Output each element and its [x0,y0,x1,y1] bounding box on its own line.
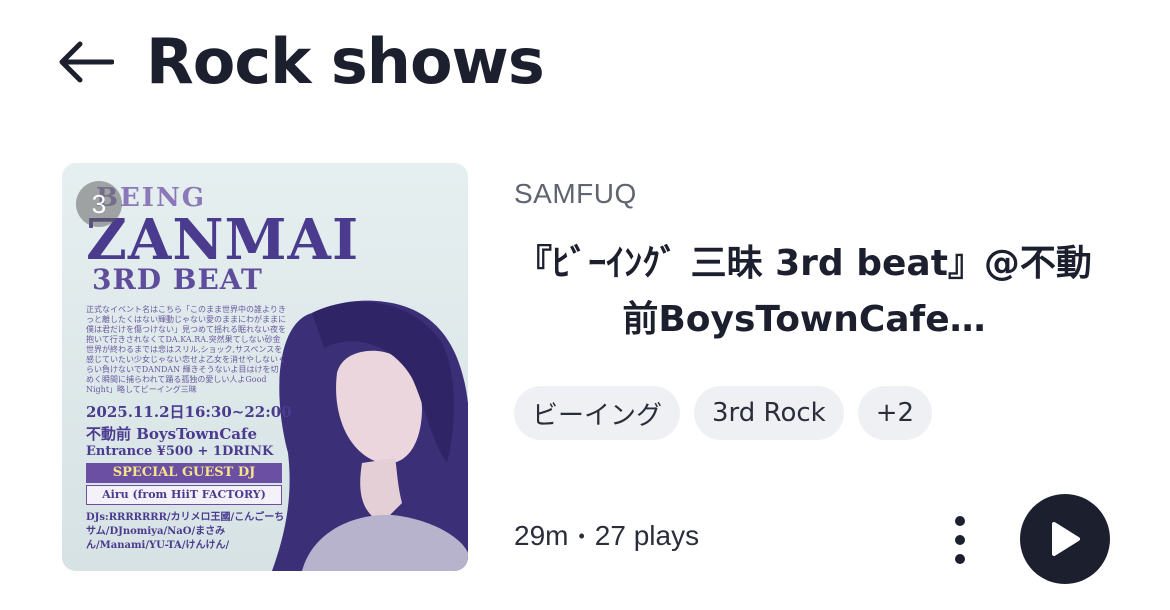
artwork-guest-label: SPECIAL GUEST DJ [86,463,282,483]
artist-name[interactable]: SAMFUQ [514,178,637,210]
tag-chips: ビーイング 3rd Rock +2 [514,386,933,440]
tag-chip[interactable]: ビーイング [514,386,681,440]
more-vertical-dot [955,554,965,564]
show-meta: 29m • 27 plays [514,520,699,552]
play-icon [1052,522,1080,556]
play-count: 27 plays [594,520,700,551]
artwork-date: 2025.11.2日16:30~22:00 [86,403,292,421]
artwork-beat-text: 3RD BEAT [92,263,263,296]
artwork-venue: 不動前 BoysTownCafe [86,425,257,443]
page-title: Rock shows [146,25,545,98]
show-title[interactable]: 『ﾋﾞｰｲﾝｸﾞ 三昧 3rd beat』@不動前BoysTownCafe… [514,236,1094,348]
arrow-left-icon [59,41,114,83]
header: Rock shows [56,22,545,102]
artwork-djs: DJs:RRRRRRR/カリメロ王國/こんごーちサム/DJnomiya/NaO/… [86,512,285,551]
artwork-guest-name: Airu (from HiiT FACTORY) [86,485,282,505]
tag-chip-more[interactable]: +2 [857,386,933,440]
track-number-badge: 3 [76,181,122,227]
back-button[interactable] [56,30,120,94]
tag-chip[interactable]: 3rd Rock [694,386,844,440]
duration: 29m [514,520,569,551]
artwork-description: 正式なイベント名はこちら「このまま世界中の誰よりきっと離したくはない輝動じゃない… [86,305,286,394]
show-artwork[interactable]: BEING ZANMAI 3RD BEAT 正式なイベント名はこちら「このまま世… [62,163,468,571]
artwork-entrance: Entrance ¥500 + 1DRINK [86,444,274,459]
more-vertical-icon [955,516,965,526]
play-button[interactable] [1020,494,1110,584]
more-vertical-dot [955,535,965,545]
more-options-button[interactable] [938,505,982,575]
meta-separator: • [578,525,585,546]
